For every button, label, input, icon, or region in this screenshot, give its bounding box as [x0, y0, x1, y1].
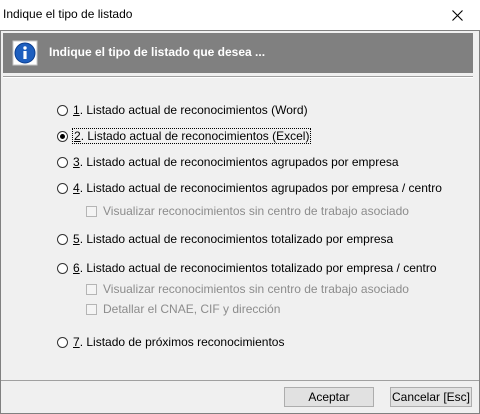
option-3-agrupados-empresa[interactable]: 3. Listado actual de reconocimientos agr… — [57, 154, 399, 170]
checkbox-label: Detallar el CNAE, CIF y dirección — [103, 302, 281, 316]
option-2-label: 2. Listado actual de reconocimientos (Ex… — [71, 128, 312, 144]
cancel-button[interactable]: Cancelar [Esc] — [390, 387, 472, 407]
dialog-body: Indique el tipo de listado que desea ...… — [0, 30, 480, 414]
title-bar: Indique el tipo de listado — [0, 0, 480, 30]
checkbox-box[interactable] — [86, 283, 97, 295]
option-4-radio[interactable] — [57, 182, 68, 194]
option-7-radio[interactable] — [57, 336, 68, 348]
option-4-visualizar-checkbox[interactable]: Visualizar reconocimientos sin centro de… — [86, 203, 409, 219]
checkbox-box[interactable] — [86, 303, 97, 315]
header-title: Indique el tipo de listado que desea ... — [49, 45, 266, 59]
option-6-totalizado-centro[interactable]: 6. Listado actual de reconocimientos tot… — [57, 260, 437, 276]
close-icon — [451, 9, 463, 21]
option-7-proximos[interactable]: 7. Listado de próximos reconocimientos — [57, 334, 284, 350]
checkbox-label: Visualizar reconocimientos sin centro de… — [103, 282, 409, 296]
option-7-label: 7. Listado de próximos reconocimientos — [73, 335, 285, 349]
option-1-word[interactable]: 1. Listado actual de reconocimientos (Wo… — [57, 102, 308, 118]
option-5-radio[interactable] — [57, 233, 68, 245]
option-4-label: 4. Listado actual de reconocimientos agr… — [73, 181, 442, 195]
checkbox-label: Visualizar reconocimientos sin centro de… — [103, 204, 409, 218]
close-button[interactable] — [434, 0, 480, 30]
window-title: Indique el tipo de listado — [3, 7, 133, 21]
option-4-agrupados-centro[interactable]: 4. Listado actual de reconocimientos agr… — [57, 180, 442, 196]
option-6-radio[interactable] — [57, 262, 68, 274]
option-3-radio[interactable] — [57, 156, 68, 168]
option-3-label: 3. Listado actual de reconocimientos agr… — [73, 155, 399, 169]
checkbox-box[interactable] — [86, 205, 97, 217]
option-5-label: 5. Listado actual de reconocimientos tot… — [73, 232, 394, 246]
accept-button[interactable]: Aceptar — [284, 387, 374, 407]
option-6-visualizar-checkbox[interactable]: Visualizar reconocimientos sin centro de… — [86, 281, 409, 297]
option-2-radio[interactable] — [57, 130, 68, 142]
info-icon — [12, 40, 38, 66]
option-5-totalizado-empresa[interactable]: 5. Listado actual de reconocimientos tot… — [57, 231, 393, 247]
header-banner: Indique el tipo de listado que desea ... — [3, 33, 473, 73]
header-divider — [3, 76, 473, 78]
option-2-excel[interactable]: 2. Listado actual de reconocimientos (Ex… — [57, 128, 312, 144]
option-1-radio[interactable] — [57, 104, 68, 116]
option-6-label: 6. Listado actual de reconocimientos tot… — [73, 261, 437, 275]
option-6-detallar-checkbox[interactable]: Detallar el CNAE, CIF y dirección — [86, 301, 280, 317]
option-1-label: 1. Listado actual de reconocimientos (Wo… — [73, 103, 308, 117]
button-bar-divider — [0, 380, 480, 381]
